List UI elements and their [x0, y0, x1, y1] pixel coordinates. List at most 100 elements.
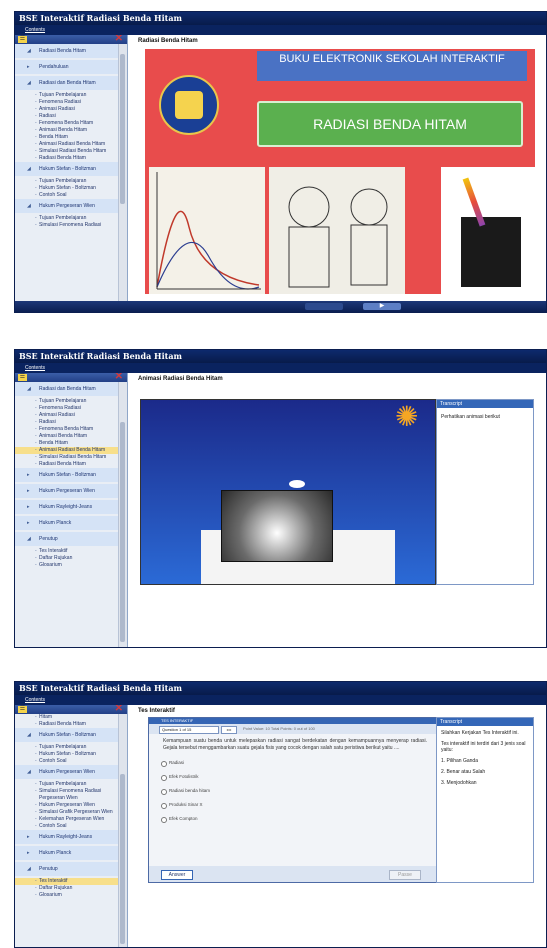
- sun-icon: ✺: [395, 401, 419, 432]
- toc-icon[interactable]: ☰: [18, 706, 27, 713]
- page-title: Tes Interaktif: [138, 708, 175, 714]
- toc-item[interactable]: Animasi Benda Hitam: [15, 127, 119, 134]
- toc-chapter[interactable]: Radiasi dan Benda Hitam: [15, 382, 119, 396]
- toc-item[interactable]: Contoh Soal: [15, 192, 119, 199]
- toc-item[interactable]: Fenomena Radiasi: [15, 405, 119, 412]
- toc-item[interactable]: Hukum Stefan - Boltzman: [15, 185, 119, 192]
- toc-item[interactable]: Simulasi Fenomena Radiasi Pergeseran Wie…: [15, 788, 119, 802]
- toc-item[interactable]: Glosarium: [15, 562, 119, 569]
- toc-icon[interactable]: ☰: [18, 374, 27, 381]
- content-area: Animasi Radiasi Benda Hitam ✺ Transcript…: [128, 373, 546, 647]
- toc-item[interactable]: Tujuan Pembelajaran: [15, 744, 119, 751]
- toc-item[interactable]: Simulasi Grafik Pergeseran Wien: [15, 809, 119, 816]
- toc-item[interactable]: Animasi Radiasi Benda Hitam: [15, 141, 119, 148]
- toc-chapter[interactable]: Hukum Planck: [15, 846, 119, 860]
- toc-item[interactable]: Animasi Radiasi Benda Hitam: [15, 447, 119, 454]
- transcript-line: 3. Menjodohkan: [441, 780, 477, 786]
- toc-chapter[interactable]: Hukum Pergeseran Wien: [15, 199, 119, 213]
- toc-item[interactable]: Hukum Pergeseran Wien: [15, 802, 119, 809]
- toc-item[interactable]: Benda Hitam: [15, 134, 119, 141]
- toc-item[interactable]: Hukum Stefan - Boltzman: [15, 751, 119, 758]
- toc-chapter[interactable]: Hukum Stefan - Boltzman: [15, 468, 119, 482]
- answer-option[interactable]: Radiasi: [149, 756, 437, 770]
- toc-item[interactable]: Benda Hitam: [15, 440, 119, 447]
- pass-button[interactable]: Passe: [389, 870, 421, 880]
- close-icon[interactable]: ✕: [115, 35, 123, 44]
- transcript-line: 2. Benar atau Salah: [441, 769, 486, 775]
- answer-option[interactable]: Efek Compton: [149, 812, 437, 826]
- answer-button[interactable]: Answer: [161, 870, 193, 880]
- toc-scrollbar[interactable]: [118, 382, 127, 647]
- screen-animation: BSE Interaktif Radiasi Benda Hitam Conte…: [14, 349, 547, 648]
- toc-item[interactable]: Tujuan Pembelajaran: [15, 92, 119, 99]
- content-area: Tes Interaktif TES INTERAKTIF Question 1…: [128, 705, 546, 947]
- toc-item[interactable]: Radiasi: [15, 419, 119, 426]
- toc-item[interactable]: Kelemahan Pergeseran Wien: [15, 816, 119, 823]
- toc-item[interactable]: Simulasi Radiasi Benda Hitam: [15, 454, 119, 461]
- toc-item[interactable]: Tes Interaktif: [15, 878, 119, 885]
- toc-chapter[interactable]: Hukum Rayleight-Jeans: [15, 830, 119, 844]
- window-title: BSE Interaktif Radiasi Benda Hitam: [15, 682, 546, 695]
- close-icon[interactable]: ✕: [115, 373, 123, 382]
- answer-option[interactable]: Radiasi benda hitam: [149, 784, 437, 798]
- cover-image: BUKU ELEKTRONIK SEKOLAH INTERAKTIF RADIA…: [145, 49, 535, 294]
- contents-menu[interactable]: Contents: [15, 25, 546, 35]
- prev-button[interactable]: [305, 303, 343, 310]
- question-nav[interactable]: ◂ ▸: [221, 726, 237, 734]
- toc-item[interactable]: Simulasi Fenomena Radiasi: [15, 222, 119, 229]
- toc-item[interactable]: Tujuan Pembelajaran: [15, 398, 119, 405]
- toc-item[interactable]: Tujuan Pembelajaran: [15, 178, 119, 185]
- toc-item[interactable]: Radiasi Benda Hitam: [15, 461, 119, 468]
- toc-item[interactable]: Tujuan Pembelajaran: [15, 781, 119, 788]
- toc-item[interactable]: Animasi Radiasi: [15, 412, 119, 419]
- toc-item[interactable]: Animasi Benda Hitam: [15, 433, 119, 440]
- toc-chapter[interactable]: Hukum Stefan - Boltzman: [15, 728, 119, 742]
- answer-option[interactable]: Produksi Sinar X: [149, 798, 437, 812]
- toc-chapter[interactable]: Pendahuluan: [15, 60, 119, 74]
- toc-item[interactable]: Radiasi: [15, 113, 119, 120]
- window-title: BSE Interaktif Radiasi Benda Hitam: [15, 12, 546, 25]
- toc-item[interactable]: Contoh Soal: [15, 823, 119, 830]
- radiation-curve: [156, 172, 261, 290]
- toc-item[interactable]: Animasi Radiasi: [15, 106, 119, 113]
- toc-item[interactable]: Radiasi Benda Hitam: [15, 721, 119, 728]
- toc-item[interactable]: Daftar Rujukan: [15, 555, 119, 562]
- contents-menu[interactable]: Contents: [15, 363, 546, 373]
- toc-item[interactable]: Simulasi Radiasi Benda Hitam: [15, 148, 119, 155]
- transcript-line: 1. Pilihan Ganda: [441, 758, 478, 764]
- contents-menu[interactable]: Contents: [15, 695, 546, 705]
- answer-option[interactable]: Efek Fotolistrik: [149, 770, 437, 784]
- toc-scrollbar[interactable]: [118, 714, 127, 947]
- toc-item[interactable]: Tes Interaktif: [15, 548, 119, 555]
- toc-item[interactable]: Fenomena Radiasi: [15, 99, 119, 106]
- university-logo: [159, 75, 219, 135]
- toc-chapter[interactable]: Penutup: [15, 532, 119, 546]
- toc-item[interactable]: Fenomena Benda Hitam: [15, 120, 119, 127]
- quiz-panel: TES INTERAKTIF Question 1 of 15 ◂ ▸ Poin…: [148, 717, 438, 883]
- screen-cover: BSE Interaktif Radiasi Benda Hitam Conte…: [14, 11, 547, 313]
- toc-chapter[interactable]: Hukum Pergeseran Wien: [15, 484, 119, 498]
- quiz-footer: Answer Passe: [149, 866, 437, 882]
- close-icon[interactable]: ✕: [115, 705, 123, 714]
- toc-chapter[interactable]: Radiasi Benda Hitam: [15, 44, 119, 58]
- toc-chapter[interactable]: Hukum Stefan - Boltzman: [15, 162, 119, 176]
- toc-icon[interactable]: ☰: [18, 36, 27, 43]
- question-select[interactable]: Question 1 of 15: [159, 726, 219, 734]
- page-title: Animasi Radiasi Benda Hitam: [138, 376, 223, 382]
- toc-item[interactable]: Contoh Soal: [15, 758, 119, 765]
- player-footer: ▶: [15, 301, 546, 312]
- toc-item[interactable]: Radiasi Benda Hitam: [15, 155, 119, 162]
- toc-item[interactable]: Glosarium: [15, 892, 119, 899]
- toc-item[interactable]: Fenomena Benda Hitam: [15, 426, 119, 433]
- toc-item[interactable]: Hitam: [15, 714, 119, 721]
- toc-chapter[interactable]: Radiasi dan Benda Hitam: [15, 76, 119, 90]
- transcript-panel: Transcript Perhatikan animasi berikut: [436, 399, 534, 585]
- toc-item[interactable]: Tujuan Pembelajaran: [15, 215, 119, 222]
- toc-scrollbar[interactable]: [118, 44, 127, 312]
- next-button[interactable]: ▶: [363, 303, 401, 310]
- toc-chapter[interactable]: Hukum Pergeseran Wien: [15, 765, 119, 779]
- toc-chapter[interactable]: Hukum Planck: [15, 516, 119, 530]
- toc-chapter[interactable]: Hukum Rayleight-Jeans: [15, 500, 119, 514]
- toc-chapter[interactable]: Penutup: [15, 862, 119, 876]
- toc-item[interactable]: Daftar Rujukan: [15, 885, 119, 892]
